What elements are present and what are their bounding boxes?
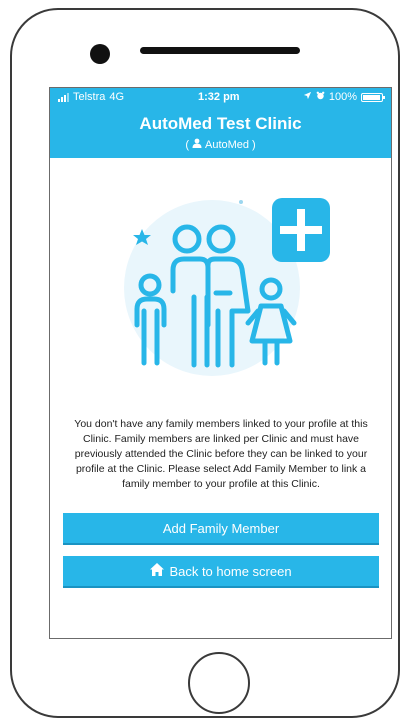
back-home-button[interactable]: Back to home screen [63, 556, 379, 588]
family-add-icon [120, 193, 330, 393]
empty-state-message: You don't have any family members linked… [74, 418, 368, 490]
home-icon [150, 563, 165, 579]
clinic-user: ( AutoMed ) [185, 138, 256, 151]
add-family-member-button[interactable]: Add Family Member [63, 513, 379, 545]
back-home-label: Back to home screen [169, 563, 292, 579]
network-label: 4G [109, 91, 125, 103]
alarm-icon [316, 91, 325, 103]
status-time: 1:32 pm [198, 91, 240, 103]
battery-icon [361, 92, 385, 102]
location-icon [303, 91, 312, 103]
speaker-grille [140, 47, 300, 54]
phone-frame: Telstra 4G 1:32 pm 100% AutoMed Test Cli… [10, 8, 400, 718]
header: Telstra 4G 1:32 pm 100% AutoMed Test Cli… [50, 88, 391, 158]
battery-percent: 100% [328, 91, 357, 103]
phone-home-button[interactable] [188, 652, 250, 714]
status-bar: Telstra 4G 1:32 pm 100% [50, 88, 391, 106]
user-name: AutoMed [204, 138, 250, 151]
camera-icon [90, 44, 110, 64]
add-family-member-label: Add Family Member [162, 520, 280, 536]
clinic-title: AutoMed Test Clinic [139, 114, 302, 133]
user-icon [192, 138, 202, 151]
signal-icon [58, 92, 69, 102]
app-screen: Telstra 4G 1:32 pm 100% AutoMed Test Cli… [49, 87, 392, 639]
carrier-label: Telstra [73, 91, 106, 103]
